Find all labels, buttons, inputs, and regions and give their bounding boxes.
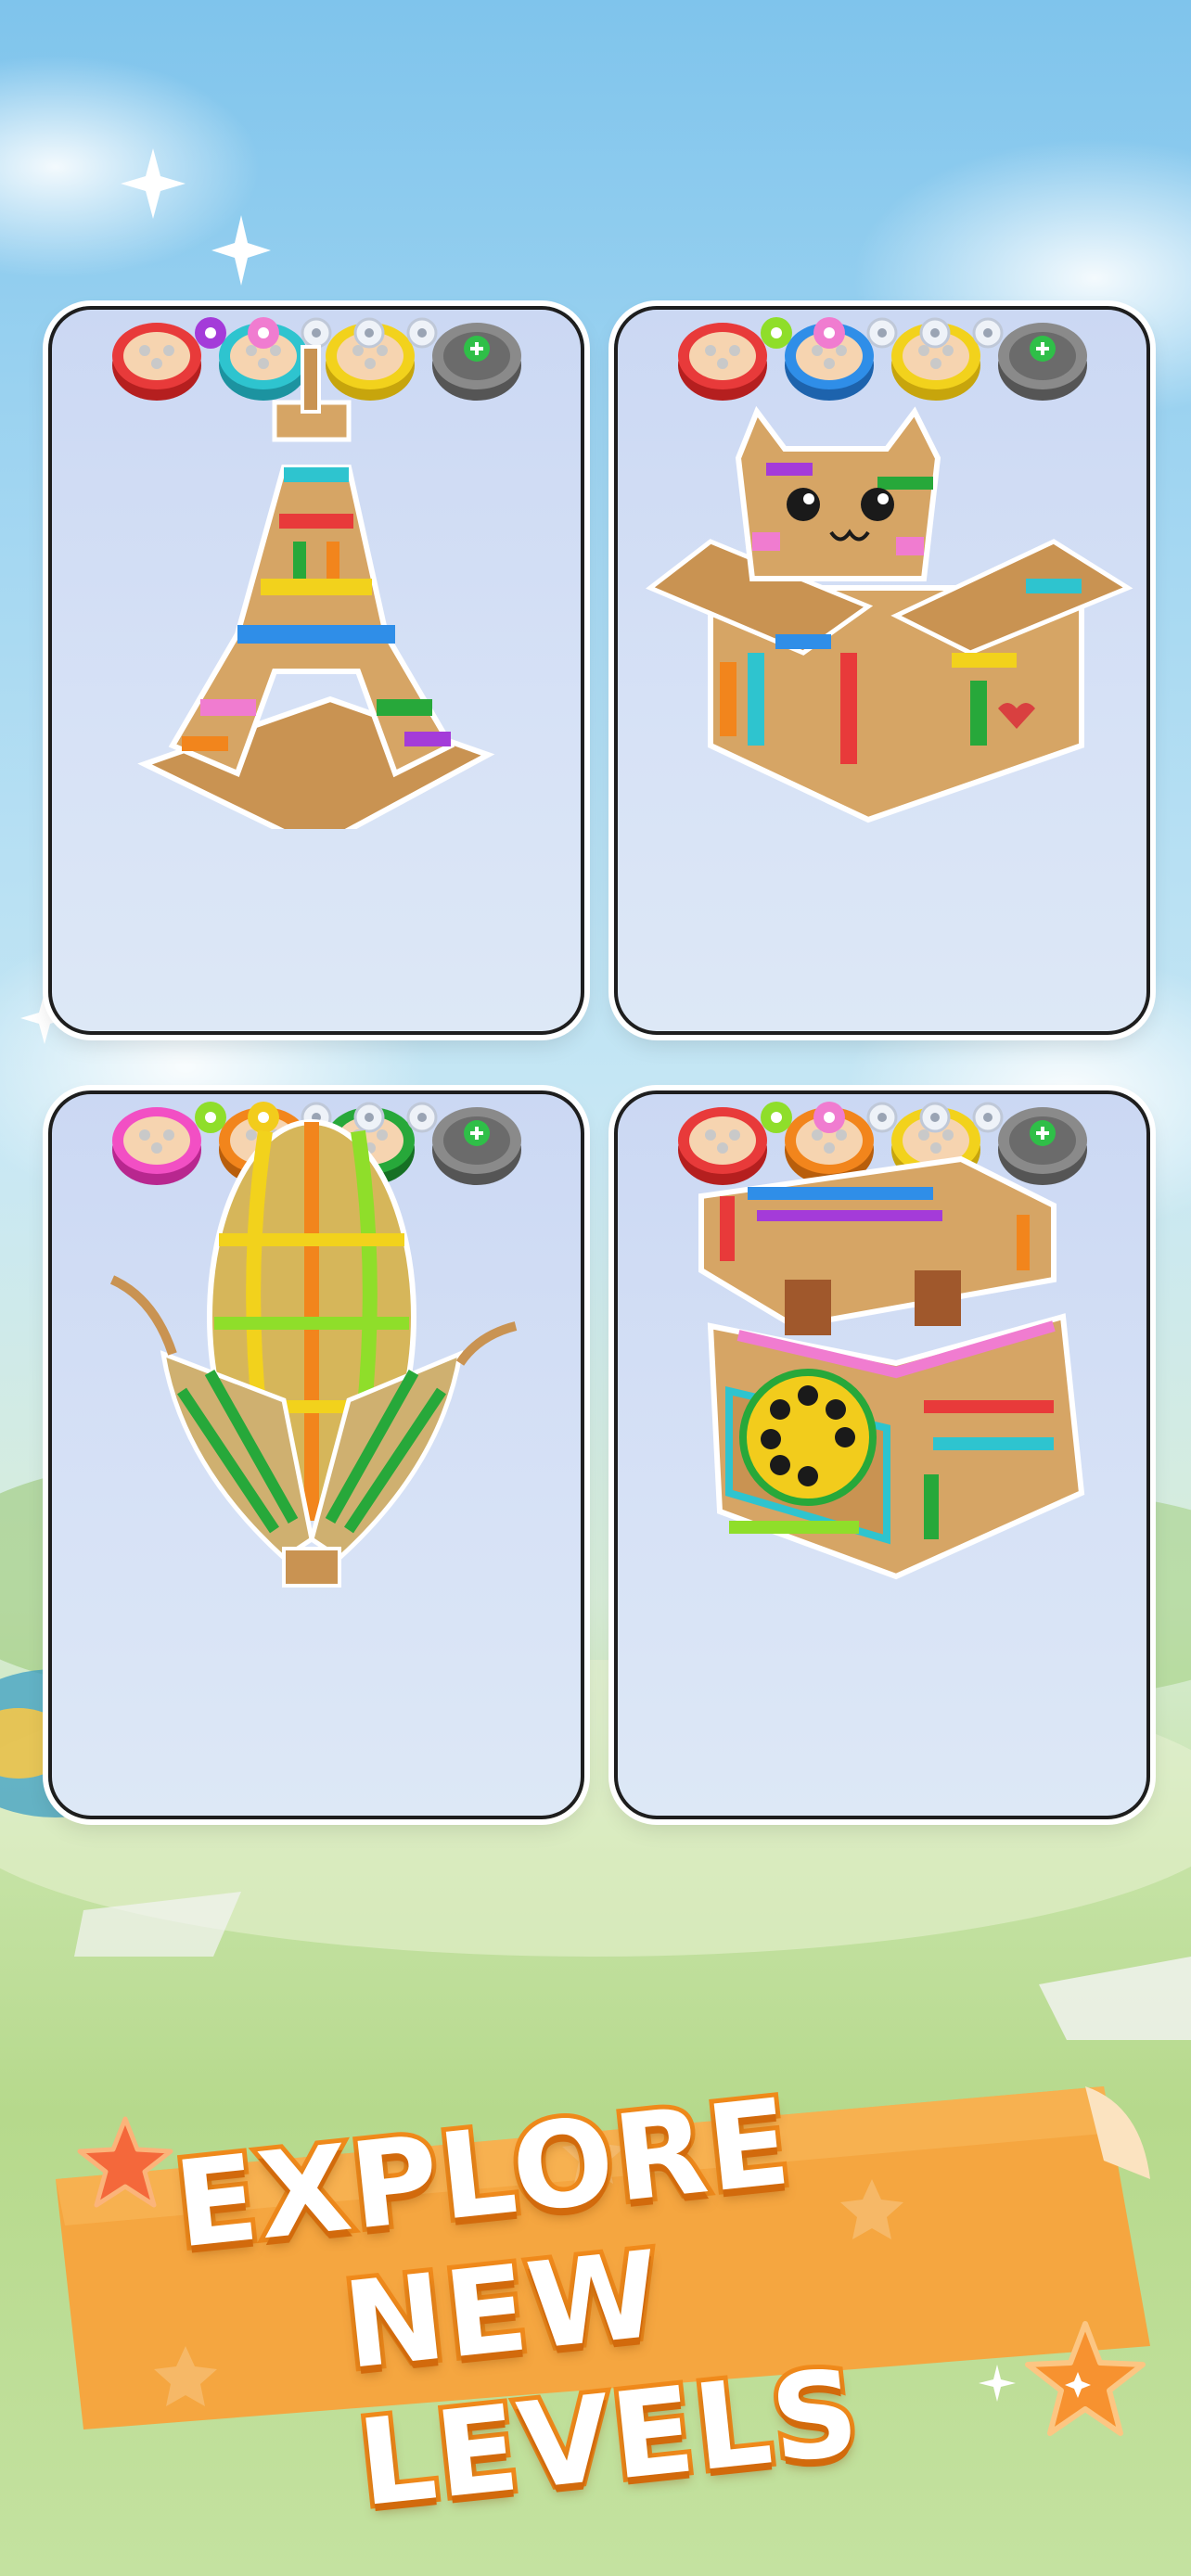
level-card-cat-box[interactable] bbox=[614, 306, 1150, 1035]
explore-banner: EXPLORE NEW LEVELS bbox=[37, 2068, 1169, 2538]
level-card-eiffel-tower[interactable] bbox=[48, 306, 584, 1035]
eiffel-tower-model bbox=[137, 345, 495, 829]
star-icon bbox=[77, 2116, 173, 2208]
corn-model bbox=[109, 1119, 518, 1588]
cat-box-model bbox=[646, 405, 1133, 823]
level-card-phone[interactable] bbox=[614, 1090, 1150, 1819]
level-card-corn[interactable] bbox=[48, 1090, 584, 1819]
phone-model bbox=[698, 1155, 1085, 1580]
